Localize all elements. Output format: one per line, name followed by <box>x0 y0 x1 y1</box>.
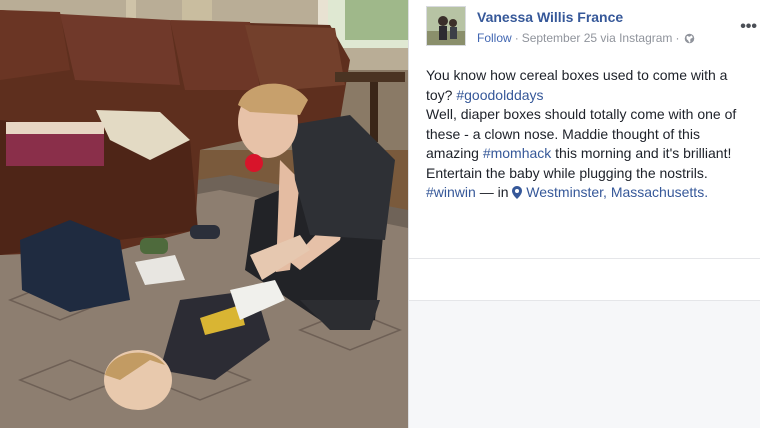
author-name[interactable]: Vanessa Willis France <box>477 9 623 25</box>
more-options-button[interactable]: ••• <box>740 19 757 35</box>
comments-area <box>409 300 760 428</box>
photo-illustration <box>0 0 408 428</box>
post-panel: Vanessa Willis France Follow · September 2… <box>408 0 760 428</box>
follow-link[interactable]: Follow <box>477 31 512 45</box>
post-text: You know how cereal boxes used to come w… <box>426 66 742 205</box>
globe-icon <box>684 33 695 47</box>
post-meta: Follow · September 25 via Instagram · <box>477 31 695 47</box>
in-text: — in <box>479 184 509 200</box>
hashtag-goodolddays[interactable]: #goodolddays <box>456 87 543 103</box>
meta-separator: · <box>514 31 519 45</box>
avatar-image <box>427 7 465 45</box>
post-header: Vanessa Willis France Follow · September 2… <box>426 6 760 50</box>
map-pin-icon <box>512 185 523 205</box>
location-link[interactable]: Westminster, Massachusetts. <box>526 184 708 200</box>
divider <box>409 258 760 259</box>
avatar[interactable] <box>426 6 466 46</box>
hashtag-momhack[interactable]: #momhack <box>483 145 551 161</box>
post-photo[interactable] <box>0 0 408 428</box>
post-date[interactable]: September 25 via Instagram <box>522 31 673 45</box>
hashtag-winwin[interactable]: #winwin <box>426 184 476 200</box>
meta-separator-2: · <box>675 31 680 45</box>
